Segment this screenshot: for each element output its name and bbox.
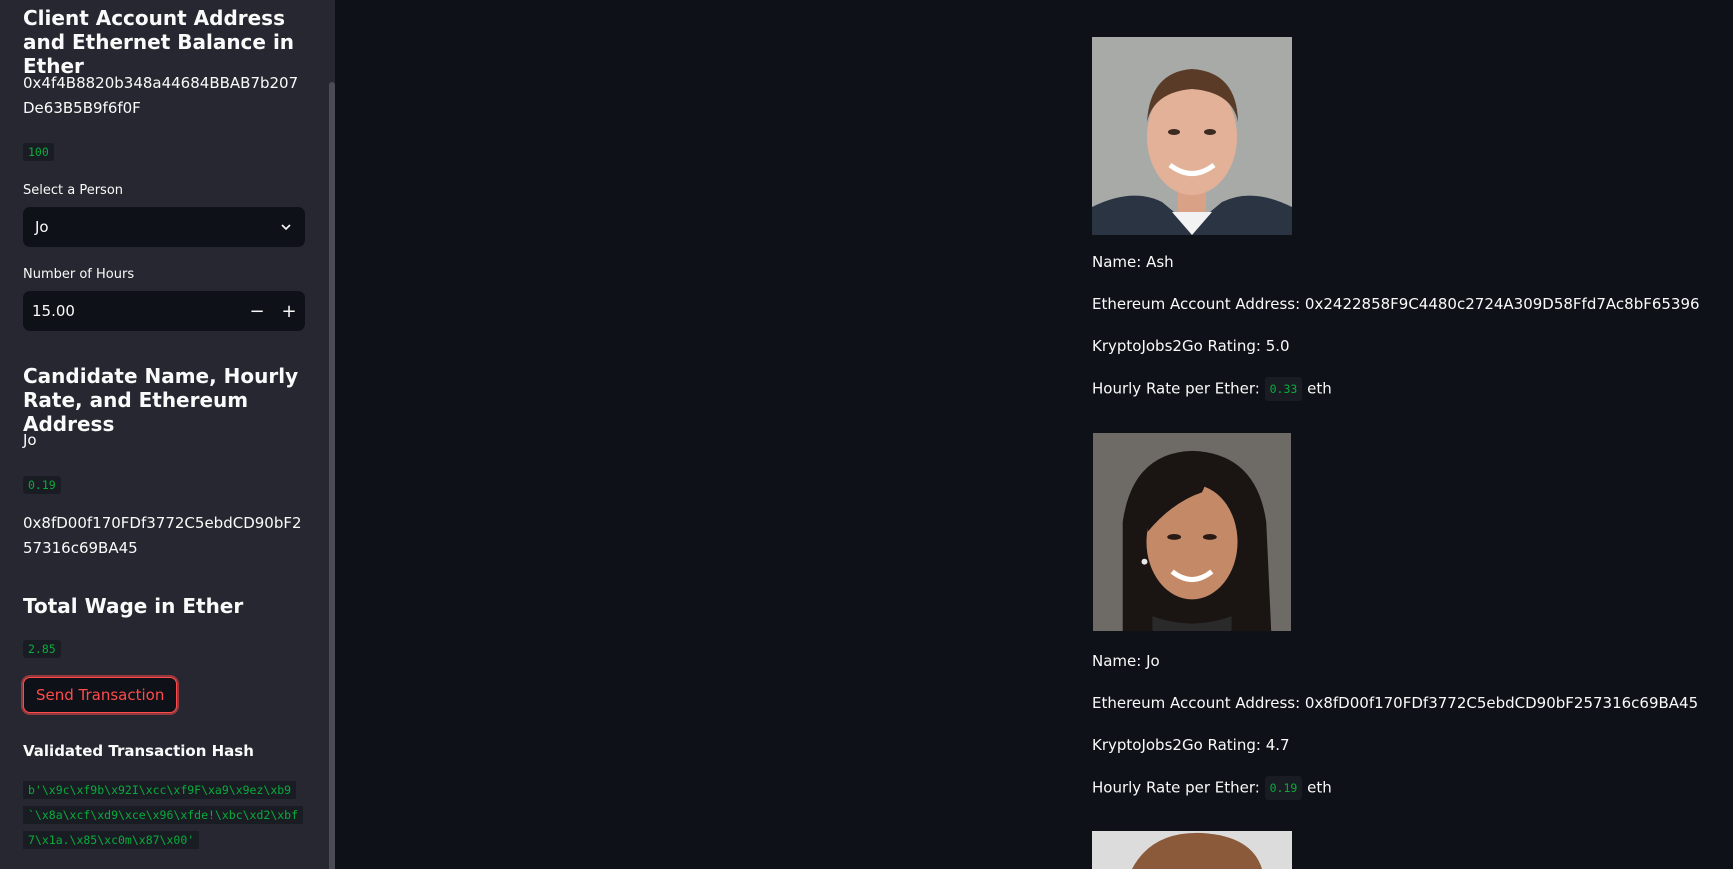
- candidate-rate-row-ash: Hourly Rate per Ether: 0.33 eth: [1092, 377, 1332, 401]
- plus-icon[interactable]: +: [273, 301, 305, 322]
- select-person-value: Jo: [35, 218, 49, 236]
- client-address: 0x4f4B8820b348a44684BBAB7b207De63B5B9f6f…: [23, 74, 299, 117]
- sidebar: Client Account Address and Ethernet Bala…: [0, 0, 335, 869]
- candidate-rating-jo: KryptoJobs2Go Rating: 4.7: [1092, 736, 1290, 754]
- hours-input[interactable]: 15.00 − +: [23, 291, 305, 331]
- candidate-card-next: [1092, 831, 1692, 869]
- select-person-label: Select a Person: [23, 183, 124, 198]
- candidate-address: 0x8fD00f170FDf3772C5ebdCD90bF257316c69BA…: [23, 514, 302, 557]
- transaction-hash: b'\x9c\xf9b\x92I\xcc\xf9F\xa9\x9ez\xb9 `…: [23, 778, 305, 853]
- main-content: Name: Ash Ethereum Account Address: 0x24…: [1092, 0, 1700, 869]
- client-heading-block: Client Account Address and Ethernet Bala…: [23, 6, 305, 78]
- minus-icon[interactable]: −: [241, 301, 273, 322]
- hash-line: 7\x1a.\x85\xc0m\x87\x00': [23, 831, 200, 849]
- candidate-heading: Candidate Name, Hourly Rate, and Ethereu…: [23, 364, 299, 436]
- candidate-card-ash: Name: Ash Ethereum Account Address: 0x24…: [1092, 37, 1700, 401]
- candidate-photo-ash: [1092, 37, 1292, 235]
- candidate-address-ash: Ethereum Account Address: 0x2422858F9C44…: [1092, 295, 1700, 313]
- hash-line: b'\x9c\xf9b\x92I\xcc\xf9F\xa9\x9ez\xb9: [23, 781, 297, 799]
- hash-heading: Validated Transaction Hash: [23, 742, 254, 760]
- candidate-rating-ash: KryptoJobs2Go Rating: 5.0: [1092, 337, 1290, 355]
- sidebar-scrollbar[interactable]: [328, 0, 335, 869]
- candidate-photo-next: [1092, 831, 1292, 869]
- rate-unit: eth: [1307, 778, 1332, 797]
- rate-value: 0.19: [1264, 776, 1303, 800]
- candidate-card-jo: Name: Jo Ethereum Account Address: 0x8fD…: [1092, 433, 1698, 800]
- candidate-name-ash: Name: Ash: [1092, 253, 1174, 271]
- wage-heading: Total Wage in Ether: [23, 594, 244, 618]
- rate-unit: eth: [1307, 379, 1332, 398]
- client-balance: 100: [23, 143, 54, 161]
- hours-label: Number of Hours: [23, 267, 135, 282]
- candidate-name: Jo: [23, 431, 37, 449]
- rate-value: 0.33: [1264, 377, 1303, 401]
- client-heading: Client Account Address and Ethernet Bala…: [23, 6, 295, 78]
- candidate-photo-jo: [1093, 433, 1291, 631]
- send-transaction-button[interactable]: Send Transaction: [23, 677, 178, 713]
- rate-label: Hourly Rate per Ether:: [1092, 379, 1260, 398]
- candidate-address-jo: Ethereum Account Address: 0x8fD00f170FDf…: [1092, 694, 1699, 712]
- sidebar-scrollbar-thumb[interactable]: [329, 82, 335, 869]
- candidate-rate: 0.19: [23, 476, 61, 494]
- rate-label: Hourly Rate per Ether:: [1092, 778, 1260, 797]
- hash-line: `\x8a\xcf\xd9\xce\x96\xfde!\xbc\xd2\xbf: [23, 806, 304, 824]
- candidate-rate-row-jo: Hourly Rate per Ether: 0.19 eth: [1092, 776, 1332, 800]
- select-person-dropdown[interactable]: Jo: [23, 207, 305, 247]
- chevron-down-icon: [281, 224, 291, 231]
- hours-value[interactable]: 15.00: [23, 302, 241, 320]
- candidate-name-jo: Name: Jo: [1092, 652, 1160, 670]
- wage-value: 2.85: [23, 640, 61, 658]
